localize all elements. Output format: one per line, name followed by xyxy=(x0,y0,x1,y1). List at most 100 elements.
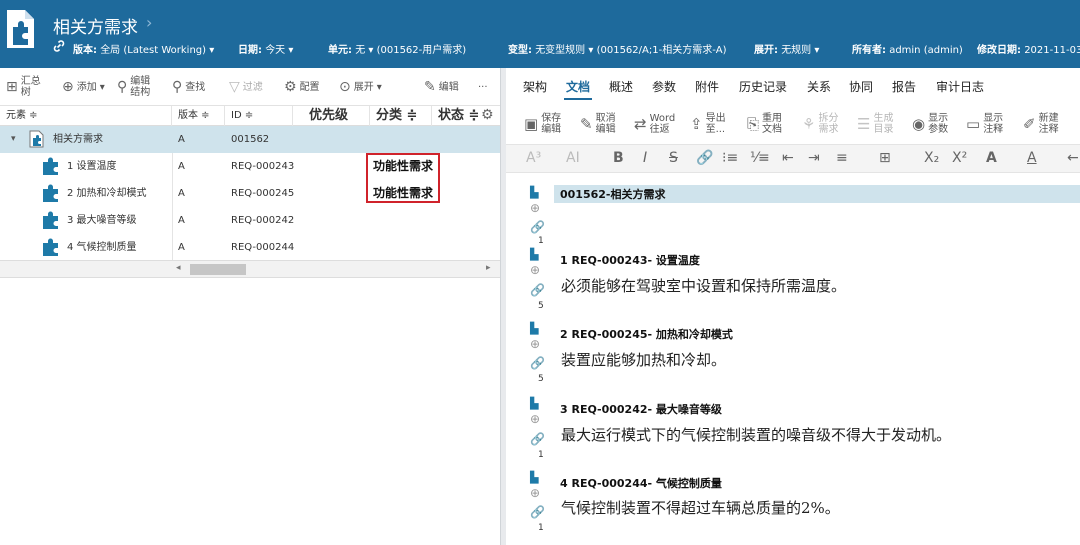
indent-button[interactable]: ⇥ xyxy=(808,150,820,166)
add-button[interactable]: ⊕ 添加 ▾ xyxy=(62,68,105,106)
horizontal-scrollbar[interactable]: ◂ ▸ xyxy=(0,260,500,278)
number-list-button[interactable]: ⅟≡ xyxy=(750,150,770,166)
req-text[interactable]: 装置应能够加热和冷却。 xyxy=(561,349,726,370)
unit-label: 单元: xyxy=(328,45,352,56)
show-notes-button[interactable]: ▭ 显示 注释 xyxy=(966,113,1003,135)
variant-selector[interactable]: 变型: 无变型规则 ▾ (001562/A;1-相关方需求-A) xyxy=(508,41,727,56)
add-circle-icon[interactable]: ⊕ xyxy=(530,486,540,500)
tab-history[interactable]: 历史记录 xyxy=(739,78,787,95)
show-notes-label: 显示 注释 xyxy=(983,113,1004,135)
subscript-button[interactable]: X₂ xyxy=(924,150,939,166)
add-circle-icon[interactable]: ⊕ xyxy=(530,263,540,277)
add-circle-icon[interactable]: ⊕ xyxy=(530,412,540,426)
req-text[interactable]: 气候控制装置不得超过车辆总质量的2%。 xyxy=(561,497,840,518)
date-selector[interactable]: 日期: 今天 ▾ xyxy=(238,41,293,56)
ai-button[interactable]: AI xyxy=(566,150,580,166)
highlight-color-button[interactable]: A xyxy=(986,150,997,166)
link-icon[interactable]: 🔗 xyxy=(530,505,545,519)
config-label: 配置 xyxy=(299,81,320,93)
tab-parameters[interactable]: 参数 xyxy=(652,78,676,95)
save-edit-button[interactable]: ▣ 保存 编辑 xyxy=(524,113,561,135)
col-id[interactable]: ID ≑ xyxy=(225,106,293,126)
table-button[interactable]: ⊞ xyxy=(879,150,891,166)
row-name: 1 设置温度 xyxy=(67,161,117,172)
italic-button[interactable]: I xyxy=(643,150,647,166)
find-button[interactable]: ⚲ 查找 xyxy=(172,68,205,106)
superscript-button[interactable]: X² xyxy=(952,150,967,166)
save-icon: ▣ xyxy=(524,114,539,133)
bold-button[interactable]: B xyxy=(613,150,624,166)
req-text[interactable]: 最大运行模式下的气候控制装置的噪音级不得大于发动机。 xyxy=(561,424,951,445)
expand-button[interactable]: ⊙ 展开 ▾ xyxy=(339,68,382,106)
config-button[interactable]: ⚙ 配置 xyxy=(284,68,320,106)
export-icon: ⇪ xyxy=(690,114,703,133)
tab-reports[interactable]: 报告 xyxy=(892,78,916,95)
plus-circle-icon: ⊕ xyxy=(62,78,74,95)
expand-selector[interactable]: 展开: 无规则 ▾ xyxy=(754,41,819,56)
col-category[interactable]: 分类 ≑ xyxy=(370,106,432,126)
show-params-button[interactable]: ◉ 显示 参数 xyxy=(912,113,948,135)
tab-architecture[interactable]: 架构 xyxy=(523,78,547,95)
version-value: 全局 (Latest Working) xyxy=(100,45,207,56)
tab-audit-log[interactable]: 审计日志 xyxy=(936,78,984,95)
col-priority[interactable]: 优先级 xyxy=(293,106,370,126)
owner-label: 所有者: xyxy=(852,45,886,56)
unit-selector[interactable]: 单元: 无 ▾ (001562-用户需求) xyxy=(328,41,466,56)
edit-button[interactable]: ✎ 编辑 xyxy=(424,68,459,106)
modified-value: 2021-11-03 xyxy=(1024,45,1080,56)
new-note-button[interactable]: ✐ 新建 注释 xyxy=(1023,113,1059,135)
tab-overview[interactable]: 概述 xyxy=(609,78,633,95)
col-version[interactable]: 版本 ≑ xyxy=(172,106,225,126)
filter-button[interactable]: ▽ 过滤 xyxy=(229,68,263,106)
scroll-left-icon[interactable]: ◂ xyxy=(176,263,181,273)
font-size-button[interactable]: A³ xyxy=(526,150,541,166)
word-roundtrip-button[interactable]: ⇄ Word 往返 xyxy=(634,113,675,135)
expand-caret-icon[interactable]: ▾ xyxy=(11,126,16,153)
scroll-right-icon[interactable]: ▸ xyxy=(486,263,491,273)
align-button[interactable]: ≡ xyxy=(836,150,848,166)
link-icon[interactable] xyxy=(52,39,66,53)
font-color-button[interactable]: A xyxy=(1027,150,1037,166)
unit-value: 无 xyxy=(355,45,366,56)
add-circle-icon[interactable]: ⊕ xyxy=(530,337,540,351)
date-value: 今天 xyxy=(265,45,286,56)
toc-label: 生成 目录 xyxy=(873,113,894,135)
table-row[interactable]: 3 最大噪音等级 A REQ-000242 xyxy=(0,207,500,234)
req-text[interactable]: 必须能够在驾驶室中设置和保持所需温度。 xyxy=(561,275,846,296)
tab-relations[interactable]: 关系 xyxy=(807,78,831,95)
scrollbar-thumb[interactable] xyxy=(190,264,246,275)
summary-tree-button[interactable]: ⊞ 汇总 树 xyxy=(6,68,41,106)
link-icon[interactable]: 🔗 xyxy=(530,356,545,370)
edit-structure-button[interactable]: ⚲ 编辑 结构 xyxy=(117,68,150,106)
tab-attachments[interactable]: 附件 xyxy=(695,78,719,95)
link-icon[interactable]: 🔗 xyxy=(530,283,545,297)
tab-document[interactable]: 文档 xyxy=(566,78,590,95)
link-button[interactable]: 🔗 xyxy=(696,150,713,166)
settings-icon[interactable]: ⚙ xyxy=(481,107,494,123)
reuse-doc-button[interactable]: ⎘ 重用 文档 xyxy=(747,113,782,135)
tab-collaboration[interactable]: 协同 xyxy=(849,78,873,95)
link-icon[interactable]: 🔗 xyxy=(530,220,545,234)
cancel-edit-button[interactable]: ✎ 取消 编辑 xyxy=(580,113,616,135)
strike-button[interactable]: S xyxy=(669,150,678,166)
table-row[interactable]: 4 气候控制质量 A REQ-000244 xyxy=(0,234,500,261)
more-button[interactable]: ··· xyxy=(478,68,488,106)
undo-icon[interactable]: ← xyxy=(1067,150,1079,166)
split-requirement-button[interactable]: ⚘ 拆分 需求 xyxy=(802,113,838,135)
export-button[interactable]: ⇪ 导出 至... xyxy=(690,113,726,135)
document-small-icon xyxy=(28,126,45,153)
add-circle-icon[interactable]: ⊕ xyxy=(530,201,540,215)
col-element[interactable]: 元素 ≑ xyxy=(0,106,172,126)
table-row[interactable]: ▾ 相关方需求 A 001562 xyxy=(0,126,500,153)
bullet-list-button[interactable]: ⁝≡ xyxy=(722,150,738,166)
owner-info: 所有者: admin (admin) xyxy=(852,41,963,56)
row-name: 2 加热和冷却模式 xyxy=(67,188,147,199)
page-title: 相关方需求 xyxy=(53,18,138,38)
generate-toc-button[interactable]: ☰ 生成 目录 xyxy=(857,113,893,135)
variant-value: 无变型规则 xyxy=(535,45,586,56)
document-toolbar: ▣ 保存 编辑 ✎ 取消 编辑 ⇄ Word 往返 ⇪ 导出 至... ⎘ 重用 文档 ⚘… xyxy=(506,105,1080,145)
version-selector[interactable]: 版本: 全局 (Latest Working) ▾ xyxy=(73,41,214,56)
modified-label: 修改日期: xyxy=(977,45,1021,56)
link-icon[interactable]: 🔗 xyxy=(530,432,545,446)
outdent-button[interactable]: ⇤ xyxy=(782,150,794,166)
